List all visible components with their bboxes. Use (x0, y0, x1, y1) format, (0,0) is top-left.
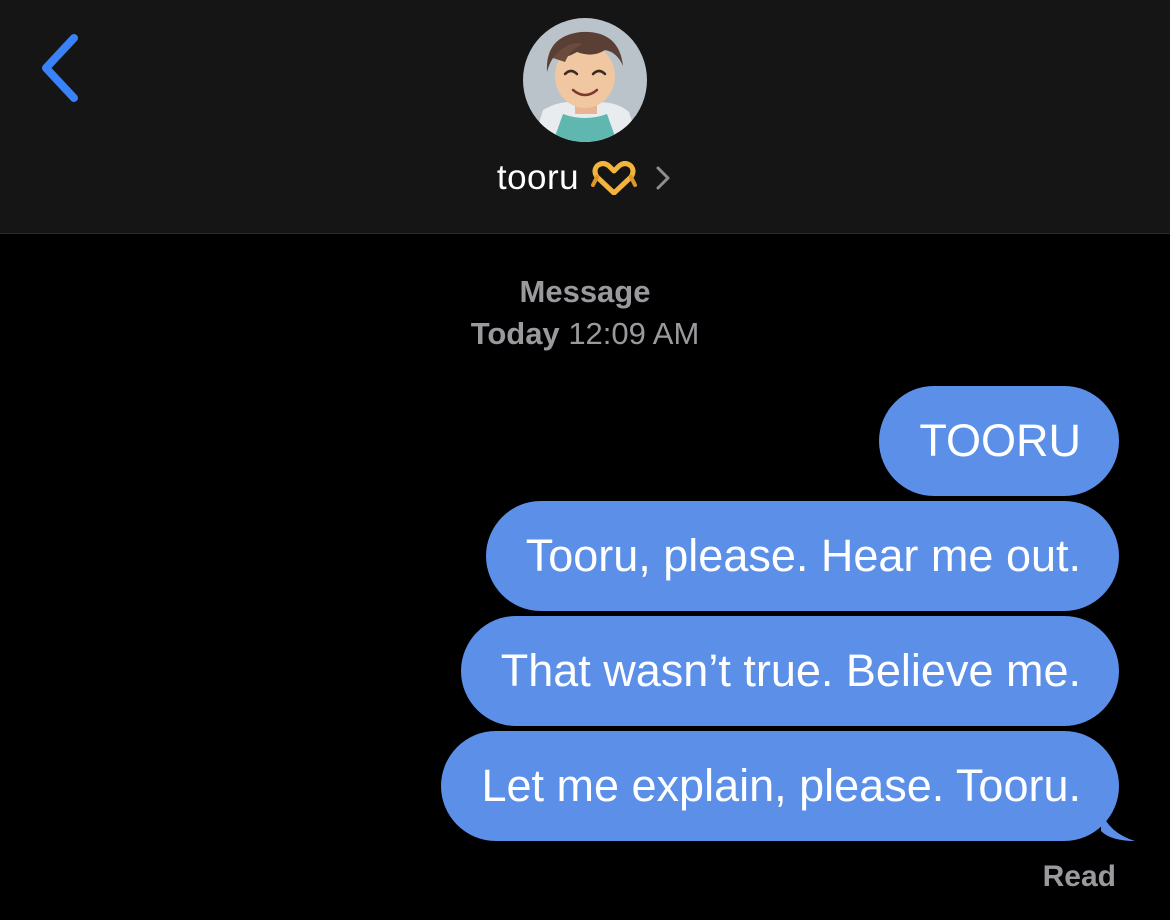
timestamp-row: Today 12:09 AM (0, 312, 1170, 356)
chevron-right-icon (653, 163, 673, 193)
thread-timestamp: Message Today 12:09 AM (0, 272, 1170, 356)
back-button[interactable] (30, 30, 90, 106)
conversation-header: tooru (0, 0, 1170, 234)
timestamp-time: 12:09 AM (568, 316, 700, 351)
message-text: Tooru, please. Hear me out. (525, 530, 1081, 581)
message-bubble[interactable]: That wasn’t true. Believe me. (460, 616, 1119, 726)
contact-avatar[interactable] (523, 18, 647, 142)
timestamp-day: Today (470, 316, 560, 351)
message-bubble[interactable]: Let me explain, please. Tooru. (441, 731, 1135, 841)
message-text: Let me explain, please. Tooru. (481, 760, 1081, 811)
chevron-left-icon (42, 34, 78, 102)
message-bubble[interactable]: Tooru, please. Hear me out. (485, 501, 1119, 611)
message-text: That wasn’t true. Believe me. (500, 645, 1081, 696)
avatar-image (523, 18, 647, 142)
service-label: Message (519, 274, 651, 309)
contact-details-link[interactable]: tooru (0, 150, 1170, 206)
message-text: TOORU (919, 415, 1081, 466)
message-bubble[interactable]: TOORU (879, 386, 1119, 496)
read-receipt: Read (1042, 860, 1116, 893)
heart-hands-emoji-icon (591, 161, 638, 196)
contact-name: tooru (496, 158, 580, 197)
message-thread: TOORU Tooru, please. Hear me out. That w… (441, 386, 1135, 841)
bubble-tail-icon (1101, 811, 1135, 841)
